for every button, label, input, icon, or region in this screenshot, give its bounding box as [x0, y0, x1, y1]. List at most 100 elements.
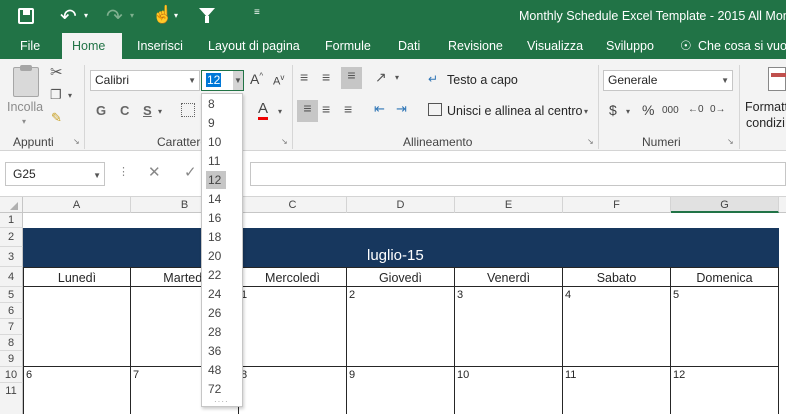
- tab-layout-di-pagina[interactable]: Layout di pagina: [208, 33, 300, 59]
- tab-file[interactable]: File: [20, 33, 40, 59]
- font-size-option[interactable]: 28: [206, 323, 226, 341]
- save-icon[interactable]: [18, 8, 34, 24]
- name-box[interactable]: G25 ▼: [5, 162, 105, 186]
- font-size-combo[interactable]: 12 ▼: [201, 70, 244, 91]
- row-header-11[interactable]: 11: [0, 383, 23, 414]
- row-header-9[interactable]: 9: [0, 351, 23, 367]
- align-middle-icon[interactable]: ≡: [322, 69, 330, 85]
- increase-decimal-icon[interactable]: ←0: [688, 104, 704, 115]
- calendar-day-cell[interactable]: 9: [347, 367, 455, 414]
- calendar-day-cell[interactable]: 10: [455, 367, 563, 414]
- align-left-icon[interactable]: ≡: [297, 100, 318, 122]
- bold-button[interactable]: G: [96, 103, 106, 118]
- font-size-option[interactable]: 36: [206, 342, 226, 360]
- tab-sviluppo[interactable]: Sviluppo: [606, 33, 654, 59]
- calendar-day-cell[interactable]: 6: [23, 367, 131, 414]
- decrease-font-icon[interactable]: Av: [273, 73, 284, 88]
- alignment-launcher-icon[interactable]: ↘: [587, 137, 594, 146]
- more-options-icon[interactable]: ⋮: [118, 165, 129, 178]
- weekday-mercoledi[interactable]: Mercoledì: [239, 267, 347, 287]
- number-format-combo[interactable]: Generale ▼: [603, 70, 733, 91]
- column-header-g[interactable]: G: [671, 197, 779, 213]
- resize-grip-icon[interactable]: ····: [214, 397, 229, 406]
- align-center-icon[interactable]: ≡: [322, 101, 330, 117]
- formula-input[interactable]: [250, 162, 786, 186]
- underline-button[interactable]: S: [143, 103, 152, 118]
- calendar-day-cell[interactable]: 1: [239, 287, 347, 367]
- tab-dati[interactable]: Dati: [398, 33, 420, 59]
- calendar-day-cell[interactable]: 5: [671, 287, 779, 367]
- align-top-icon[interactable]: ≡: [300, 69, 308, 85]
- weekday-sabato[interactable]: Sabato: [563, 267, 671, 287]
- font-size-option[interactable]: 22: [206, 266, 226, 284]
- column-header-f[interactable]: F: [563, 197, 671, 213]
- align-right-icon[interactable]: ≡: [344, 101, 352, 117]
- font-size-option[interactable]: 20: [206, 247, 226, 265]
- calendar-day-cell[interactable]: [23, 287, 131, 367]
- font-size-option[interactable]: 8: [206, 95, 226, 113]
- font-size-option[interactable]: 10: [206, 133, 226, 151]
- orientation-icon[interactable]: ↗: [375, 69, 387, 86]
- wrap-text-button[interactable]: Testo a capo: [447, 73, 518, 87]
- weekday-venerdi[interactable]: Venerdì: [455, 267, 563, 287]
- column-header-d[interactable]: D: [347, 197, 455, 213]
- align-bottom-icon[interactable]: ≡: [341, 67, 362, 89]
- font-size-option[interactable]: 26: [206, 304, 226, 322]
- decrease-decimal-icon[interactable]: 0→: [710, 104, 726, 115]
- font-size-option[interactable]: 48: [206, 361, 226, 379]
- percent-button[interactable]: %: [642, 102, 654, 118]
- font-name-combo[interactable]: Calibri ▼: [90, 70, 200, 91]
- row-header-10[interactable]: 10: [0, 367, 23, 383]
- italic-button[interactable]: C: [120, 103, 129, 118]
- paste-button[interactable]: Incolla: [7, 100, 43, 114]
- paste-icon[interactable]: [13, 67, 39, 97]
- font-size-option[interactable]: 14: [206, 190, 226, 208]
- undo-icon[interactable]: ↶: [60, 4, 77, 29]
- row-header-4[interactable]: 4: [0, 267, 23, 287]
- tab-inserisci[interactable]: Inserisci: [137, 33, 183, 59]
- column-header-c[interactable]: C: [239, 197, 347, 213]
- cut-icon[interactable]: ✂: [50, 63, 63, 81]
- font-size-option[interactable]: 72: [206, 380, 226, 398]
- increase-indent-icon[interactable]: ⇥: [396, 101, 407, 117]
- conditional-format-button-line2[interactable]: condizi: [746, 116, 785, 130]
- column-header-e[interactable]: E: [455, 197, 563, 213]
- confirm-entry-icon[interactable]: ✓: [184, 163, 197, 181]
- font-size-option[interactable]: 11: [206, 152, 226, 170]
- tab-revisione[interactable]: Revisione: [448, 33, 503, 59]
- paste-dropdown-icon[interactable]: ▾: [22, 117, 26, 126]
- row-header-1[interactable]: 1: [0, 213, 23, 228]
- currency-dropdown-icon[interactable]: ▾: [626, 107, 630, 116]
- calendar-day-cell[interactable]: 12: [671, 367, 779, 414]
- clipboard-launcher-icon[interactable]: ↘: [73, 137, 80, 146]
- calendar-banner[interactable]: luglio-15: [23, 228, 779, 267]
- row-header-8[interactable]: 8: [0, 335, 23, 351]
- font-color-dropdown-icon[interactable]: ▾: [278, 107, 282, 116]
- calendar-day-cell[interactable]: 3: [455, 287, 563, 367]
- borders-icon[interactable]: [181, 103, 195, 117]
- font-size-option-selected[interactable]: 12: [206, 171, 226, 189]
- row-header-2[interactable]: 2: [0, 228, 23, 247]
- font-launcher-icon[interactable]: ↘: [281, 137, 288, 146]
- copy-dropdown-icon[interactable]: ▾: [68, 91, 72, 100]
- orientation-dropdown-icon[interactable]: ▾: [395, 73, 399, 82]
- underline-dropdown-icon[interactable]: ▾: [158, 107, 162, 116]
- tab-visualizza[interactable]: Visualizza: [527, 33, 583, 59]
- font-size-option[interactable]: 18: [206, 228, 226, 246]
- row-header-7[interactable]: 7: [0, 319, 23, 335]
- thousands-button[interactable]: 000: [662, 105, 679, 116]
- calendar-day-cell[interactable]: 11: [563, 367, 671, 414]
- font-color-icon[interactable]: A: [258, 100, 269, 120]
- row-header-3[interactable]: 3: [0, 247, 23, 267]
- tab-formule[interactable]: Formule: [325, 33, 371, 59]
- weekday-lunedi[interactable]: Lunedì: [23, 267, 131, 287]
- redo-icon[interactable]: ↷: [106, 4, 123, 29]
- tell-me-search[interactable]: Che cosa si vuole: [698, 33, 786, 59]
- merge-dropdown-icon[interactable]: ▾: [584, 107, 588, 116]
- calendar-day-cell[interactable]: 2: [347, 287, 455, 367]
- redo-dropdown-icon[interactable]: ▾: [130, 11, 134, 20]
- calendar-day-cell[interactable]: 4: [563, 287, 671, 367]
- decrease-indent-icon[interactable]: ⇤: [374, 101, 385, 117]
- copy-icon[interactable]: ❐: [50, 87, 62, 103]
- customize-toolbar-icon[interactable]: ≡: [254, 7, 260, 18]
